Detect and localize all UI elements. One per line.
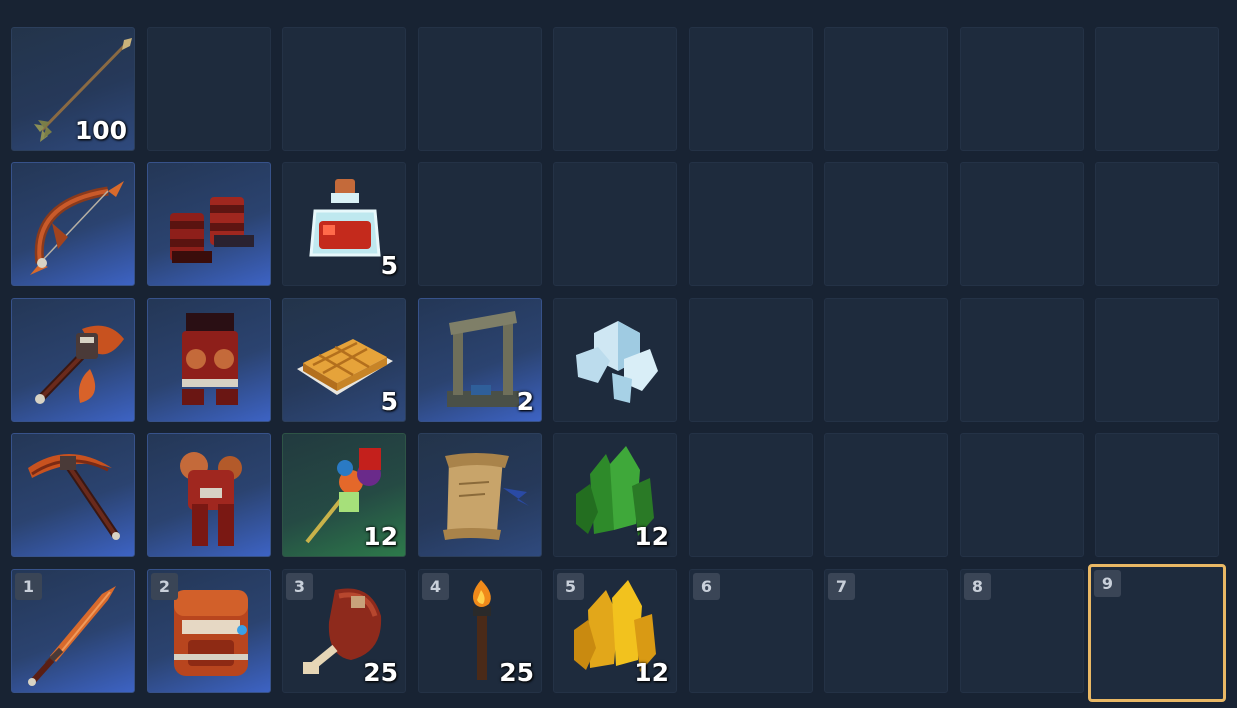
hotbar-slot-selected[interactable]: 9	[1088, 564, 1226, 702]
inventory-slot[interactable]	[1095, 27, 1219, 151]
hotbar-slot[interactable]: 7	[824, 569, 948, 693]
hotkey-label: 7	[828, 573, 855, 600]
inventory-slot[interactable]	[960, 298, 1084, 422]
inventory-slot[interactable]	[11, 298, 135, 422]
stack-count: 5	[380, 251, 398, 280]
inventory-slot[interactable]: 100	[11, 27, 135, 151]
inventory-slot[interactable]	[960, 162, 1084, 286]
inventory-slot[interactable]	[147, 27, 271, 151]
inventory-slot[interactable]	[147, 298, 271, 422]
inventory-slot[interactable]	[1095, 298, 1219, 422]
ice-crystal-icon	[576, 321, 658, 403]
hotkey-label: 5	[557, 573, 584, 600]
hotbar-slot[interactable]: 1	[11, 569, 135, 693]
inventory-slot[interactable]	[824, 298, 948, 422]
inventory-slot[interactable]	[960, 27, 1084, 151]
boots-icon	[170, 197, 254, 263]
inventory-slot[interactable]	[1095, 433, 1219, 557]
axe-icon	[35, 325, 124, 404]
stack-count: 25	[499, 658, 534, 687]
inventory-slot[interactable]	[553, 298, 677, 422]
inventory-slot[interactable]	[553, 27, 677, 151]
inventory-slot[interactable]	[418, 27, 542, 151]
hotkey-label: 2	[151, 573, 178, 600]
inventory-slot[interactable]	[824, 27, 948, 151]
hotkey-label: 4	[422, 573, 449, 600]
inventory-slot[interactable]	[11, 162, 135, 286]
hotbar-slot[interactable]: 5 12	[553, 569, 677, 693]
inventory-slot[interactable]	[282, 27, 406, 151]
stack-count: 12	[363, 522, 398, 551]
inventory-slot[interactable]	[11, 433, 135, 557]
pickaxe-icon	[28, 454, 120, 540]
hotkey-label: 6	[693, 573, 720, 600]
inventory-slot[interactable]	[147, 162, 271, 286]
inventory-slot[interactable]	[1095, 162, 1219, 286]
hotbar-slot[interactable]: 6	[689, 569, 813, 693]
hotkey-label: 3	[286, 573, 313, 600]
inventory-slot[interactable]	[418, 162, 542, 286]
inventory-slot[interactable]: 12	[553, 433, 677, 557]
inventory-slot[interactable]	[824, 162, 948, 286]
hotbar-slot[interactable]: 3 25	[282, 569, 406, 693]
inventory-slot[interactable]	[960, 433, 1084, 557]
inventory-slot[interactable]	[689, 433, 813, 557]
bow-icon	[30, 181, 124, 275]
inventory-slot[interactable]	[147, 433, 271, 557]
stack-count: 2	[516, 387, 534, 416]
stack-count: 100	[74, 116, 127, 145]
chestplate-icon	[180, 452, 242, 546]
hotbar-slot[interactable]: 2	[147, 569, 271, 693]
inventory-slot[interactable]: 2	[418, 298, 542, 422]
inventory-slot[interactable]	[689, 162, 813, 286]
hotbar-slot[interactable]: 4 25	[418, 569, 542, 693]
inventory-slot[interactable]: 5	[282, 162, 406, 286]
inventory-slot[interactable]: 12	[282, 433, 406, 557]
hotkey-label: 1	[15, 573, 42, 600]
hotkey-label: 9	[1094, 570, 1121, 597]
stack-count: 12	[634, 658, 669, 687]
inventory-panel: 100 5 5 2 12 12 1 2 3 25 4 25 5 12 6 7 8…	[0, 0, 1237, 708]
stack-count: 12	[634, 522, 669, 551]
inventory-slot[interactable]	[553, 162, 677, 286]
hotkey-label: 8	[964, 573, 991, 600]
inventory-slot[interactable]: 5	[282, 298, 406, 422]
inventory-slot[interactable]	[689, 27, 813, 151]
stack-count: 25	[363, 658, 398, 687]
stack-count: 5	[380, 387, 398, 416]
scroll-icon	[443, 453, 529, 540]
inventory-slot[interactable]	[689, 298, 813, 422]
leggings-icon	[182, 313, 238, 405]
inventory-slot[interactable]	[418, 433, 542, 557]
inventory-slot[interactable]	[824, 433, 948, 557]
hotbar-slot[interactable]: 8	[960, 569, 1084, 693]
